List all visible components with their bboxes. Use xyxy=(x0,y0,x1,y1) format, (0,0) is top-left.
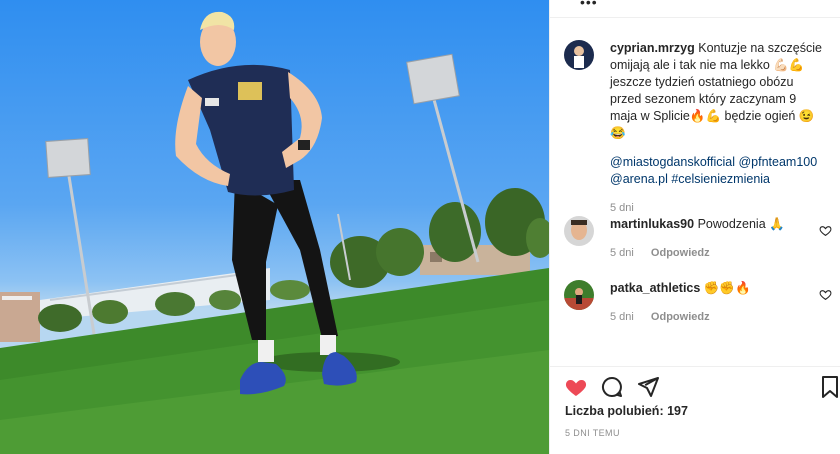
author-avatar[interactable] xyxy=(564,40,594,70)
comment-icon[interactable] xyxy=(600,375,624,399)
comment-age: 5 dni xyxy=(610,311,634,323)
comment-body: patka_athletics ✊✊🔥 5 dni Odpowiedz xyxy=(610,280,826,326)
header-strip: ••• xyxy=(550,0,840,18)
comment-item: martinlukas90 Powodzenia 🙏 5 dni Odpowie… xyxy=(564,216,832,262)
post-caption: cyprian.mrzyg Kontuzje na szczęście omij… xyxy=(564,40,826,217)
post-date: 5 DNI TEMU xyxy=(565,428,620,438)
reply-button[interactable]: Odpowiedz xyxy=(651,311,710,323)
comment-meta: 5 dni Odpowiedz xyxy=(610,245,826,262)
caption-text: Kontuzje na szczęście omijają ale i tak … xyxy=(610,41,822,140)
comment-text: Powodzenia 🙏 xyxy=(697,217,785,231)
comment-username[interactable]: patka_athletics xyxy=(610,281,700,295)
caption-tags[interactable]: @miastogdanskofficial @pfnteam100 @arena… xyxy=(610,154,826,188)
comment-body: martinlukas90 Powodzenia 🙏 5 dni Odpowie… xyxy=(610,216,826,262)
athlete-on-field-image xyxy=(0,11,549,454)
caption-meta: 5 dni xyxy=(610,200,826,217)
more-options-icon[interactable]: ••• xyxy=(580,0,598,10)
bookmark-icon[interactable] xyxy=(818,375,840,399)
caption-age: 5 dni xyxy=(610,202,634,214)
comment-item: patka_athletics ✊✊🔥 5 dni Odpowiedz xyxy=(564,280,832,326)
likes-count[interactable]: Liczba polubień: 197 xyxy=(565,404,688,418)
post-photo[interactable] xyxy=(0,0,549,454)
reply-button[interactable]: Odpowiedz xyxy=(651,247,710,259)
comment-like-heart-icon[interactable] xyxy=(819,288,832,301)
author-avatar-image xyxy=(564,40,594,70)
comment-meta: 5 dni Odpowiedz xyxy=(610,309,826,326)
share-icon[interactable] xyxy=(636,375,660,399)
action-bar xyxy=(550,366,840,398)
commenter-avatar-image xyxy=(564,216,594,246)
caption-body: cyprian.mrzyg Kontuzje na szczęście omij… xyxy=(610,40,826,217)
post-side-panel: ••• cyprian.mrzyg Kontuzje na szczęście … xyxy=(549,0,840,454)
comment-like-heart-icon[interactable] xyxy=(819,224,832,237)
comment-username[interactable]: martinlukas90 xyxy=(610,217,694,231)
comment-text: ✊✊🔥 xyxy=(703,281,751,295)
author-username[interactable]: cyprian.mrzyg xyxy=(610,41,695,55)
comment-age: 5 dni xyxy=(610,247,634,259)
commenter-avatar[interactable] xyxy=(564,280,594,310)
commenter-avatar-image xyxy=(564,280,594,310)
heart-filled-icon[interactable] xyxy=(564,375,588,399)
commenter-avatar[interactable] xyxy=(564,216,594,246)
